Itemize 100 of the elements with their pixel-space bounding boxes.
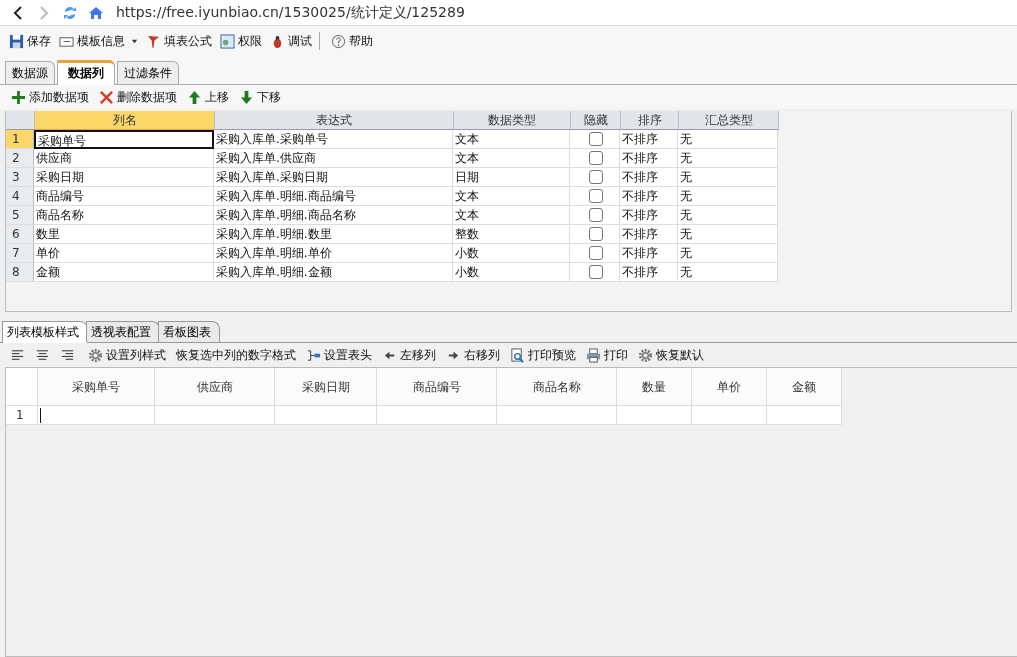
table-cell: 文本 bbox=[453, 187, 570, 206]
toolbar-button[interactable]: 设置表头 bbox=[303, 346, 375, 364]
checkbox[interactable] bbox=[588, 151, 603, 165]
table-cell: 采购入库单.明细.单价 bbox=[214, 244, 453, 263]
column-header: 商品编号 bbox=[377, 368, 497, 406]
toolbar-button[interactable]: 填表公式 bbox=[143, 32, 215, 50]
table-cell: 采购入库单.明细.商品名称 bbox=[214, 206, 453, 225]
gear-icon bbox=[88, 347, 103, 363]
toolbar-button[interactable]: 权限 bbox=[217, 32, 265, 50]
column-header: 数量 bbox=[617, 368, 692, 406]
table-cell[interactable] bbox=[497, 406, 617, 425]
column-header[interactable]: 排序 bbox=[621, 111, 679, 130]
toolbar-button[interactable]: 帮助 bbox=[328, 32, 376, 50]
table-cell[interactable] bbox=[275, 406, 377, 425]
toolbar-button[interactable]: 设置列样式 bbox=[85, 346, 169, 364]
checkbox[interactable] bbox=[588, 208, 603, 222]
action-button[interactable]: 添加数据项 bbox=[8, 88, 92, 106]
toolbar-button[interactable]: 打印 bbox=[583, 346, 631, 364]
row-number: 1 bbox=[6, 130, 34, 149]
checkbox[interactable] bbox=[588, 265, 603, 279]
column-header[interactable]: 列名 bbox=[35, 111, 215, 130]
text-cursor bbox=[40, 408, 41, 423]
table-cell[interactable] bbox=[767, 406, 842, 425]
table-cell[interactable] bbox=[38, 406, 155, 425]
corner-cell[interactable] bbox=[6, 111, 35, 130]
gear-icon bbox=[638, 347, 653, 363]
table-cell: 采购入库单.供应商 bbox=[214, 149, 453, 168]
toolbar-button[interactable]: 打印预览 bbox=[507, 346, 579, 364]
table-cell: 整数 bbox=[453, 225, 570, 244]
save-icon bbox=[9, 33, 24, 49]
table-cell[interactable]: 单价 bbox=[34, 244, 214, 263]
toolbar-button[interactable]: 调试 bbox=[267, 32, 315, 50]
align-right-icon[interactable] bbox=[60, 347, 75, 363]
column-header[interactable]: 数据类型 bbox=[454, 111, 571, 130]
up-arrow-icon bbox=[187, 89, 202, 105]
table-cell: 文本 bbox=[453, 206, 570, 225]
printer-icon bbox=[586, 347, 601, 363]
table-cell[interactable]: 金额 bbox=[34, 263, 214, 282]
tab[interactable]: 数据源 bbox=[5, 61, 55, 84]
table-cell: 采购入库单.明细.金额 bbox=[214, 263, 453, 282]
tab[interactable]: 透视表配置 bbox=[86, 321, 160, 342]
tab[interactable]: 列表模板样式 bbox=[2, 321, 88, 343]
table-cell: 日期 bbox=[453, 168, 570, 187]
refresh-icon[interactable] bbox=[62, 4, 78, 21]
row-number: 2 bbox=[6, 149, 34, 168]
align-left-icon[interactable] bbox=[10, 347, 25, 363]
table-cell[interactable] bbox=[692, 406, 767, 425]
toolbar-button[interactable]: 模板信息 bbox=[56, 32, 141, 50]
table-cell: 无 bbox=[678, 168, 778, 187]
table-cell[interactable] bbox=[617, 406, 692, 425]
column-header[interactable]: 隐藏 bbox=[571, 111, 621, 130]
header-icon bbox=[306, 347, 321, 363]
action-button[interactable]: 删除数据项 bbox=[96, 88, 180, 106]
table-cell: 不排序 bbox=[620, 168, 678, 187]
column-header: 商品名称 bbox=[497, 368, 617, 406]
toolbar-button[interactable]: 恢复选中列的数字格式 bbox=[173, 346, 299, 364]
table-cell: 采购入库单.采购单号 bbox=[214, 130, 453, 149]
table-cell[interactable] bbox=[377, 406, 497, 425]
tab[interactable]: 数据列 bbox=[57, 60, 115, 85]
column-header: 采购日期 bbox=[275, 368, 377, 406]
table-cell: 文本 bbox=[453, 130, 570, 149]
toolbar-button[interactable]: 右移列 bbox=[443, 346, 503, 364]
checkbox[interactable] bbox=[588, 227, 603, 241]
checkbox[interactable] bbox=[588, 170, 603, 184]
table-cell: 不排序 bbox=[620, 187, 678, 206]
checkbox[interactable] bbox=[588, 246, 603, 260]
table-cell: 文本 bbox=[453, 149, 570, 168]
close-icon bbox=[99, 89, 114, 105]
table-cell[interactable]: 商品编号 bbox=[34, 187, 214, 206]
column-header: 采购单号 bbox=[38, 368, 155, 406]
action-button[interactable]: 上移 bbox=[184, 88, 232, 106]
column-header: 金额 bbox=[767, 368, 842, 406]
column-header[interactable]: 汇总类型 bbox=[679, 111, 779, 130]
preview-icon bbox=[510, 347, 525, 363]
plus-icon bbox=[11, 89, 26, 105]
table-cell[interactable] bbox=[155, 406, 275, 425]
table-cell[interactable]: 商品名称 bbox=[34, 206, 214, 225]
table-cell: 不排序 bbox=[620, 225, 678, 244]
column-header: 供应商 bbox=[155, 368, 275, 406]
table-cell[interactable]: 数里 bbox=[34, 225, 214, 244]
toolbar-button[interactable]: 保存 bbox=[6, 32, 54, 50]
row-number: 3 bbox=[6, 168, 34, 187]
toolbar-button[interactable]: 恢复默认 bbox=[635, 346, 707, 364]
tab[interactable]: 过滤条件 bbox=[117, 61, 179, 84]
toolbar-button[interactable]: 左移列 bbox=[379, 346, 439, 364]
table-cell: 不排序 bbox=[620, 244, 678, 263]
home-icon[interactable] bbox=[88, 4, 104, 21]
table-cell[interactable]: 采购日期 bbox=[34, 168, 214, 187]
align-center-icon[interactable] bbox=[35, 347, 50, 363]
table-cell[interactable]: 供应商 bbox=[34, 149, 214, 168]
row-number: 5 bbox=[6, 206, 34, 225]
action-button[interactable]: 下移 bbox=[236, 88, 284, 106]
column-header[interactable]: 表达式 bbox=[215, 111, 454, 130]
table-cell: 无 bbox=[678, 149, 778, 168]
table-cell: 无 bbox=[678, 244, 778, 263]
row-number: 7 bbox=[6, 244, 34, 263]
table-cell[interactable]: 采购单号 bbox=[34, 130, 214, 149]
checkbox[interactable] bbox=[588, 189, 603, 203]
checkbox[interactable] bbox=[588, 132, 603, 146]
tab[interactable]: 看板图表 bbox=[158, 321, 220, 342]
